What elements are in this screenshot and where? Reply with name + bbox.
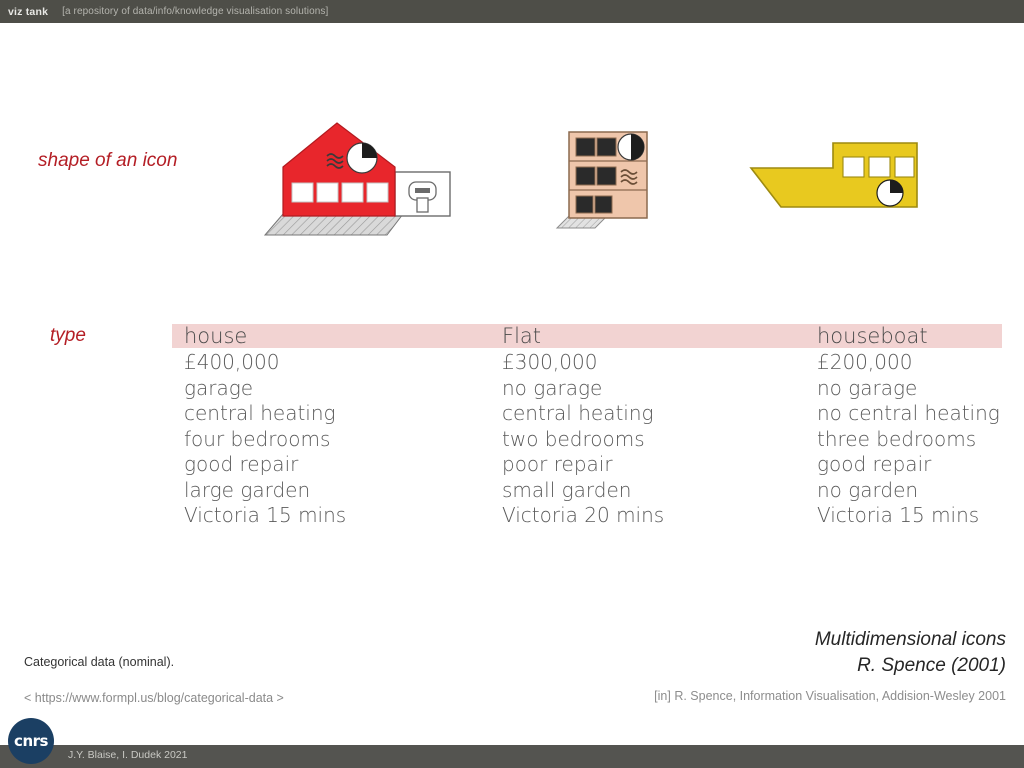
- list-item: Victoria 15 mins: [184, 503, 347, 527]
- attributes-table: house £400,000 garage central heating fo…: [172, 324, 1002, 529]
- list-item: good repair: [817, 452, 932, 476]
- houseboat-icon-graphic: [749, 142, 918, 208]
- top-bar: viz tank [a repository of data/info/know…: [0, 0, 1024, 23]
- site-tagline: [a repository of data/info/knowledge vis…: [62, 6, 329, 17]
- list-item: large garden: [184, 477, 311, 502]
- list-item: no central heating: [817, 401, 1000, 425]
- table-column-flat: Flat £300,000 no garage central heating …: [502, 324, 832, 529]
- list-item: poor repair: [502, 452, 613, 476]
- list-item: three bedrooms: [817, 426, 977, 451]
- list-item: no garage: [502, 375, 603, 400]
- list-item: £400,000: [184, 350, 280, 374]
- list-item: £300,000: [502, 350, 598, 374]
- credit-title: Multidimensional icons: [814, 629, 1006, 650]
- icon-row: [0, 100, 1024, 250]
- note-source-url: < https://www.formpl.us/blog/categorical…: [24, 691, 284, 705]
- list-item: small garden: [502, 477, 632, 502]
- cnrs-logo-icon: cnrs: [8, 718, 54, 764]
- slide-canvas: viz tank [a repository of data/info/know…: [0, 0, 1024, 768]
- house-pie-chart: [346, 142, 378, 174]
- list-item: two bedrooms: [502, 426, 645, 451]
- column-values: £200,000 no garage no central heating th…: [817, 350, 1024, 529]
- credit-block: Multidimensional icons R. Spence (2001) …: [654, 627, 1006, 703]
- houseboat-pie-chart: [876, 179, 904, 207]
- footer-authors: J.Y. Blaise, I. Dudek 2021: [68, 749, 188, 761]
- house-icon-graphic: [263, 122, 451, 236]
- flat-icon: [555, 128, 670, 233]
- column-values: £400,000 garage central heating four bed…: [184, 350, 514, 529]
- list-item: no garage: [817, 375, 918, 400]
- column-header: Flat: [502, 324, 542, 348]
- credit-author: R. Spence (2001): [857, 655, 1006, 676]
- column-header: houseboat: [817, 324, 928, 348]
- list-item: four bedrooms: [184, 426, 331, 451]
- houseboat-icon: [745, 135, 925, 220]
- column-values: £300,000 no garage central heating two b…: [502, 350, 832, 529]
- credit-reference: [in] R. Spence, Information Visualisatio…: [654, 689, 1006, 703]
- cnrs-logo-text: cnrs: [14, 732, 48, 750]
- list-item: Victoria 15 mins: [817, 503, 980, 527]
- note-categorical-data: Categorical data (nominal).: [24, 655, 175, 669]
- list-item: no garden: [817, 477, 919, 502]
- house-icon: [255, 110, 460, 245]
- column-header: house: [184, 324, 248, 348]
- list-item: Victoria 20 mins: [502, 503, 665, 527]
- flat-pie-chart: [617, 133, 645, 161]
- flat-icon-graphic: [555, 131, 648, 229]
- site-brand: viz tank: [8, 5, 49, 18]
- table-column-houseboat: houseboat £200,000 no garage no central …: [817, 324, 1024, 529]
- list-item: good repair: [184, 452, 299, 476]
- annotation-type: type: [50, 325, 86, 346]
- table-column-house: house £400,000 garage central heating fo…: [184, 324, 514, 529]
- list-item: £200,000: [817, 350, 913, 374]
- list-item: central heating: [502, 401, 654, 425]
- list-item: central heating: [184, 401, 336, 425]
- list-item: garage: [184, 375, 254, 400]
